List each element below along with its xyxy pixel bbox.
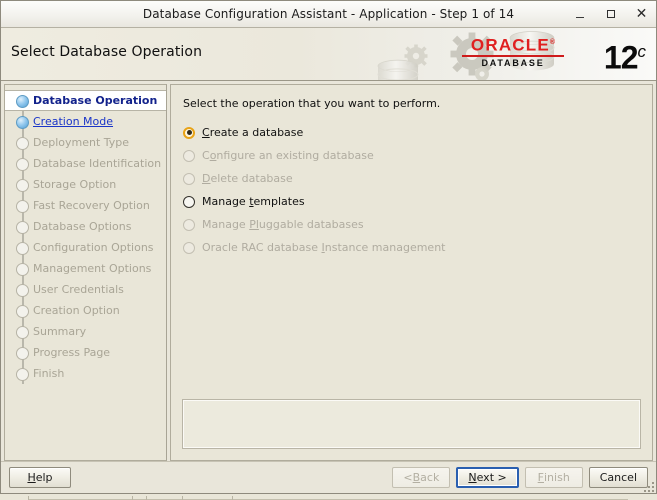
sidebar-step-label: Summary [33,325,87,338]
content-area: Database Operation Creation Mode Deploymen… [1,81,656,461]
sidebar-step-label: Database Operation [33,94,158,107]
sidebar-step-label: Storage Option [33,178,117,191]
sidebar-step-management-options: Management Options [5,258,166,279]
step-dot-icon [16,199,29,213]
step-dot-icon [16,367,29,381]
window-controls: ✕ [571,1,650,27]
help-button[interactable]: Help [9,467,71,488]
step-dot-icon [16,304,29,318]
radio-option-label: Configure an existing database [202,149,374,162]
maximize-icon[interactable] [602,6,619,23]
step-dot-icon [16,136,29,150]
sidebar-step-label: Deployment Type [33,136,130,149]
radio-button-icon[interactable] [183,126,195,139]
radio-option-delete-database: Delete database [183,167,652,190]
message-panel [182,399,641,449]
step-dot-icon [16,115,29,129]
radio-option-label: Manage templates [202,195,305,208]
step-dot-icon [16,262,29,276]
mnemonic-char: Pl [249,218,259,231]
title-bar: Database Configuration Assistant - Appli… [1,1,656,28]
sidebar-step-database-identification: Database Identification [5,153,166,174]
sidebar-step-label: Database Options [33,220,132,233]
page-banner: Select Database Operation ORACLE® DATABA… [1,28,656,81]
sidebar-step-finish: Finish [5,363,166,384]
radio-option-label: Manage Pluggable databases [202,218,364,231]
radio-option-manage-templates[interactable]: Manage templates [183,190,652,213]
instruction-text: Select the operation that you want to pe… [183,97,441,110]
sidebar-step-label: Creation Option [33,304,120,317]
sidebar-step-summary: Summary [5,321,166,342]
radio-option-label: Oracle RAC database Instance management [202,241,446,254]
next-button[interactable]: Next > [456,467,519,488]
step-dot-icon [16,220,29,234]
step-navigation-sidebar: Database Operation Creation Mode Deploymen… [4,84,167,461]
sidebar-step-label: Configuration Options [33,241,154,254]
mnemonic-char: B [412,471,421,484]
radio-option-create-a-database[interactable]: Create a database [183,121,652,144]
sidebar-step-deployment-type: Deployment Type [5,132,166,153]
oracle-database-wordmark: DATABASE [481,57,545,68]
main-panel: Select the operation that you want to pe… [170,84,653,461]
radio-option-oracle-rac-database-instance-management: Oracle RAC database Instance management [183,236,652,259]
sidebar-step-label: User Credentials [33,283,124,296]
step-dot-icon [16,94,29,108]
sidebar-step-storage-option: Storage Option [5,174,166,195]
sidebar-step-database-operation[interactable]: Database Operation [5,90,166,111]
oracle-rule [462,54,564,57]
mnemonic-char: H [27,471,36,484]
operation-radio-group: Create a database Configure an existing d… [183,121,652,259]
sidebar-step-creation-option: Creation Option [5,300,166,321]
mnemonic-char: N [468,471,477,484]
sidebar-step-label: Management Options [33,262,152,275]
minimize-icon[interactable] [571,6,588,23]
oracle-wordmark: ORACLE® [470,35,556,55]
version-badge: 12c [603,39,647,76]
sidebar-step-database-options: Database Options [5,216,166,237]
sidebar-step-progress-page: Progress Page [5,342,166,363]
message-panel-wrap [171,399,652,460]
screenshot-root: Database Configuration Assistant - Appli… [0,0,657,500]
window-title: Database Configuration Assistant - Appli… [142,7,515,21]
radio-button-icon [183,149,195,162]
step-dot-icon [16,241,29,255]
radio-option-label: Delete database [202,172,293,185]
radio-button-icon[interactable] [183,195,195,208]
radio-button-icon [183,241,195,254]
oracle-logo: ORACLE® DATABASE [462,34,564,69]
close-icon[interactable]: ✕ [633,6,650,23]
back-button[interactable]: < Back [392,467,451,488]
radio-option-configure-an-existing-database: Configure an existing database [183,144,652,167]
sidebar-step-configuration-options: Configuration Options [5,237,166,258]
step-list: Database Operation Creation Mode Deploymen… [5,90,166,384]
sidebar-step-label: Creation Mode [33,115,114,128]
sidebar-step-label: Finish [33,367,65,380]
finish-button[interactable]: Finish [524,467,583,488]
wizard-buttons: < Back Next > Finish Cancel [392,467,648,488]
dialog-footer: Help < Back Next > Finish Cancel [1,461,656,493]
step-dot-icon [16,178,29,192]
radio-button-icon [183,218,195,231]
mnemonic-char: C [202,126,210,139]
cancel-button[interactable]: Cancel [588,467,648,488]
sidebar-step-user-credentials: User Credentials [5,279,166,300]
page-title: Select Database Operation [11,44,203,60]
registered-mark: ® [549,39,556,46]
radio-option-label: Create a database [202,126,304,139]
step-dot-icon [16,325,29,339]
sidebar-step-creation-mode[interactable]: Creation Mode [5,111,166,132]
step-dot-icon [16,346,29,360]
step-dot-icon [16,283,29,297]
sidebar-step-label: Database Identification [33,157,162,170]
sidebar-step-label: Progress Page [33,346,111,359]
step-dot-icon [16,157,29,171]
sidebar-step-fast-recovery-option: Fast Recovery Option [5,195,166,216]
dbca-window: Database Configuration Assistant - Appli… [0,0,657,494]
sidebar-step-label: Fast Recovery Option [33,199,150,212]
version-suffix: c [637,42,647,61]
radio-button-icon [183,172,195,185]
radio-option-manage-pluggable-databases: Manage Pluggable databases [183,213,652,236]
resize-grip[interactable] [643,481,654,492]
